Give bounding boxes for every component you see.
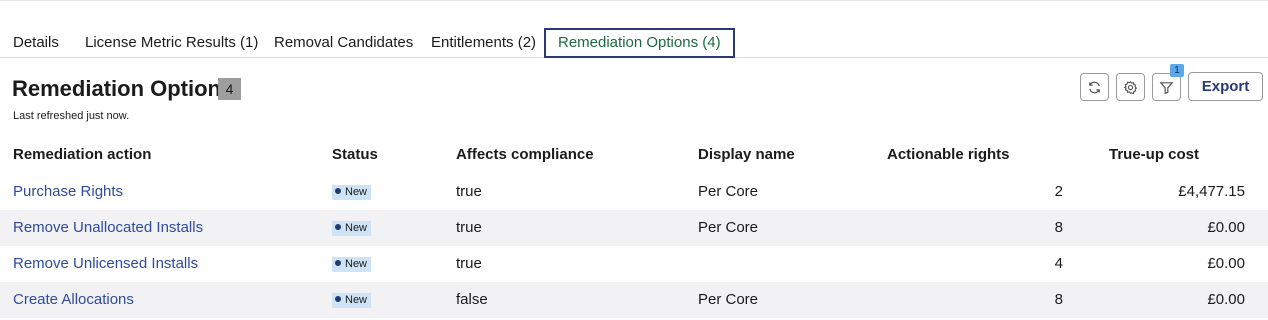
top-divider [0,0,1268,1]
status-dot-icon [335,224,341,230]
tab-remediation-options[interactable]: Remediation Options (4) [544,28,735,58]
status-badge: New [332,293,372,308]
remediation-action-link[interactable]: Remove Unallocated Installs [13,210,203,246]
affects-compliance-cell: true [456,183,482,200]
filter-icon [1159,81,1174,94]
tab-bar: Details License Metric Results (1) Remov… [0,28,1268,58]
column-header-remediation-action[interactable]: Remediation action [13,146,151,163]
status-dot-icon [335,260,341,266]
true-up-cost-cell: £0.00 [1207,255,1245,272]
status-label: New [345,294,368,306]
column-header-display-name[interactable]: Display name [698,146,795,163]
status-badge: New [332,257,372,272]
display-name-cell: Per Core [698,219,759,236]
export-button[interactable]: Export [1188,72,1263,101]
status-label: New [345,186,368,198]
status-dot-icon [335,188,341,194]
refresh-button[interactable] [1080,73,1109,101]
status-label: New [345,258,368,270]
table-row: Remove Unallocated Installs New true Per… [0,210,1268,246]
display-name-cell: Per Core [698,291,759,308]
count-badge: 4 [218,78,241,100]
column-header-actionable-rights[interactable]: Actionable rights [887,146,1010,163]
actionable-rights-cell: 8 [1054,219,1063,236]
remediation-action-link[interactable]: Remove Unlicensed Installs [13,246,198,282]
table-row: Purchase Rights New true Per Core 2 £4,4… [0,174,1268,210]
remediation-action-link[interactable]: Create Allocations [13,282,134,318]
settings-button[interactable] [1116,73,1145,101]
tab-details[interactable]: Details [1,28,71,58]
filter-count-badge: 1 [1170,64,1184,77]
last-refreshed-text: Last refreshed just now. [13,110,130,122]
affects-compliance-cell: false [456,291,488,308]
affects-compliance-cell: true [456,255,482,272]
status-dot-icon [335,296,341,302]
true-up-cost-cell: £4,477.15 [1178,183,1245,200]
table-row: Create Allocations New false Per Core 8 … [0,282,1268,318]
column-header-status[interactable]: Status [332,146,378,163]
actionable-rights-cell: 8 [1054,291,1063,308]
tab-removal-candidates[interactable]: Removal Candidates [262,28,425,58]
actionable-rights-cell: 2 [1054,183,1063,200]
column-header-affects-compliance[interactable]: Affects compliance [456,146,594,163]
table-row: Remove Unlicensed Installs New true 4 £0… [0,246,1268,282]
page-title: Remediation Options [12,76,234,101]
gear-icon [1123,80,1138,94]
affects-compliance-cell: true [456,219,482,236]
true-up-cost-cell: £0.00 [1207,219,1245,236]
status-label: New [345,222,368,234]
tab-license-metric-results[interactable]: License Metric Results (1) [73,28,270,58]
status-badge: New [332,221,372,236]
column-header-true-up-cost[interactable]: True-up cost [1109,146,1199,163]
filter-button[interactable] [1152,73,1181,101]
true-up-cost-cell: £0.00 [1207,291,1245,308]
actionable-rights-cell: 4 [1054,255,1063,272]
tab-entitlements[interactable]: Entitlements (2) [419,28,548,58]
refresh-icon [1089,81,1100,93]
display-name-cell: Per Core [698,183,759,200]
status-badge: New [332,185,372,200]
remediation-action-link[interactable]: Purchase Rights [13,174,123,210]
